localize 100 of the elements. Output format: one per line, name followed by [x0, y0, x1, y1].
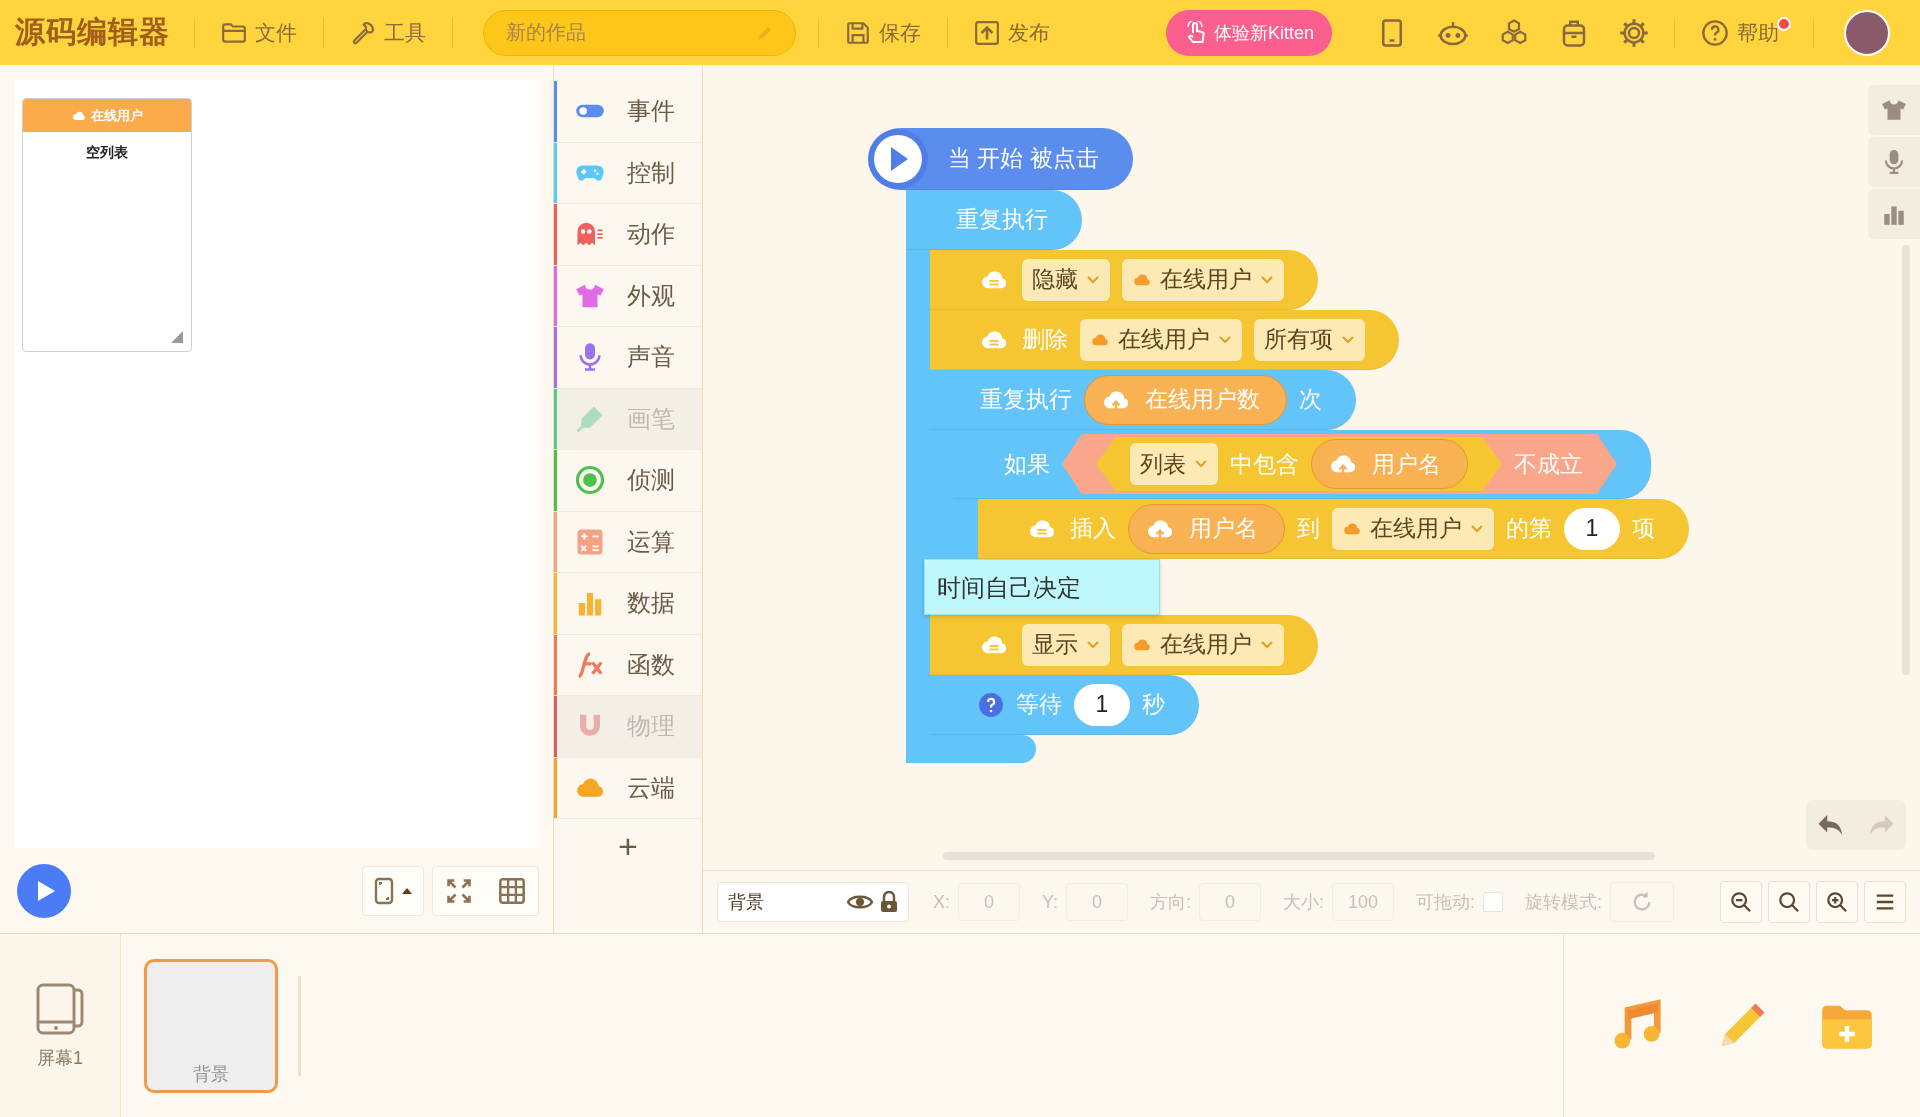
shirt-icon — [1881, 97, 1907, 123]
toolbar-button[interactable]: 发布 — [958, 12, 1066, 53]
upload-icon — [974, 19, 1000, 46]
help-button[interactable]: 帮助 — [1685, 12, 1803, 53]
category-item[interactable]: 动作 — [554, 204, 702, 266]
code-block[interactable]: 如果 列表 中包含 用户名 不成立 — [954, 430, 1651, 499]
menu-button[interactable]: 工具 — [334, 12, 442, 53]
help-icon — [1701, 18, 1729, 47]
dropdown[interactable]: 所有项 — [1254, 318, 1365, 361]
block-text: 等待 — [1016, 690, 1062, 719]
block-text: 插入 — [1070, 514, 1116, 543]
block-text: 秒 — [1142, 690, 1165, 719]
draggable-checkbox[interactable] — [1483, 892, 1504, 912]
rotate-device-button[interactable] — [362, 865, 424, 916]
menu-button[interactable]: 文件 — [205, 12, 313, 53]
sound-tab[interactable] — [1868, 137, 1920, 187]
dropdown[interactable]: 在线用户 — [1080, 318, 1242, 361]
screen-item[interactable]: 屏幕1 — [0, 934, 121, 1117]
wrench-icon — [350, 19, 376, 46]
block-text: 项 — [1632, 514, 1655, 543]
add-extension-button[interactable]: + — [608, 829, 648, 863]
save-icon — [845, 19, 871, 46]
code-block[interactable]: 插入 用户名 到 在线用户 的第 1 项 — [978, 499, 1689, 559]
comment-note[interactable]: 时间自己决定 — [924, 559, 1160, 615]
block-text: 重复执行 — [956, 205, 1048, 234]
category-item[interactable]: 数据 — [554, 573, 702, 635]
category-item[interactable]: 事件 — [554, 81, 702, 143]
property-label: 大小: — [1283, 891, 1325, 914]
condition-block[interactable]: 列表 中包含 用户名 — [1096, 437, 1502, 491]
dropdown[interactable]: 显示 — [1022, 623, 1110, 666]
settings-icon[interactable] — [1619, 17, 1649, 48]
property-label: 旋转模式: — [1525, 891, 1603, 914]
code-block[interactable]: 隐藏 在线用户 — [930, 250, 1318, 310]
app-logo: 源码编辑器 — [15, 14, 170, 50]
dropdown[interactable]: 列表 — [1130, 443, 1218, 485]
block-text: 如果 — [1004, 449, 1050, 479]
dropdown[interactable]: 隐藏 — [1022, 258, 1110, 301]
block-text: 次 — [1299, 385, 1322, 414]
caret-up-icon — [402, 887, 412, 894]
block-text: 中包含 — [1230, 449, 1299, 479]
help-icon — [978, 691, 1004, 718]
caret-icon — [1086, 639, 1100, 650]
notification-dot — [1777, 16, 1791, 31]
play-button[interactable] — [17, 863, 71, 918]
caret-icon — [1086, 274, 1100, 285]
menu-button[interactable] — [1864, 881, 1906, 923]
costume-tab[interactable] — [1868, 85, 1920, 135]
property-label: X: — [933, 891, 950, 913]
target-icon — [575, 465, 605, 496]
block-text: 删除 — [1022, 325, 1068, 354]
zoom-in-icon — [1826, 891, 1848, 913]
code-block[interactable]: 删除 在线用户 所有项 — [930, 310, 1399, 370]
category-item[interactable]: 运算 — [554, 511, 702, 573]
property-label: 可拖动: — [1416, 891, 1476, 914]
avatar[interactable] — [1844, 9, 1890, 56]
search-icon — [1778, 891, 1800, 913]
block-text: 当 开始 被点击 — [948, 144, 1099, 173]
dropdown[interactable]: 在线用户 — [1122, 623, 1284, 666]
caret-icon — [1194, 459, 1208, 469]
list-content: 空列表 — [85, 143, 129, 162]
block-text: 不成立 — [1514, 449, 1583, 479]
devices-icon — [35, 981, 85, 1036]
category-item[interactable]: 控制 — [554, 142, 702, 204]
phone-icon — [374, 876, 394, 905]
number-input[interactable]: 1 — [1564, 507, 1620, 550]
zoom-in-button[interactable] — [1816, 881, 1858, 923]
property-label: Y: — [1042, 891, 1059, 913]
menu-icon — [1874, 891, 1896, 913]
category-item[interactable]: 云端 — [554, 757, 702, 819]
thumbnail-label: 背景 — [193, 1062, 229, 1086]
chart-tab[interactable] — [1868, 189, 1920, 239]
block-text: 重复执行 — [980, 385, 1072, 414]
code-block[interactable]: 显示 在线用户 — [930, 615, 1318, 675]
block-text: 的第 — [1506, 514, 1552, 543]
condition-block[interactable]: 列表 中包含 用户名 不成立 — [1062, 434, 1617, 494]
caret-icon — [1260, 274, 1274, 285]
lock-icon[interactable] — [879, 891, 899, 913]
dropdown[interactable]: 在线用户 — [1332, 507, 1494, 550]
event-block[interactable]: 当 开始 被点击 — [870, 128, 1133, 190]
zoom-out-button[interactable] — [1720, 881, 1762, 923]
zoom-out-icon — [1730, 891, 1752, 913]
category-item[interactable]: 声音 — [554, 327, 702, 389]
category-item[interactable]: 侦测 — [554, 450, 702, 512]
zoom-reset-button[interactable] — [1768, 881, 1810, 923]
category-item[interactable]: 外观 — [554, 265, 702, 327]
sprite-name-field[interactable]: 背景 — [717, 882, 909, 922]
play-icon — [866, 126, 930, 191]
caret-icon — [1218, 334, 1232, 345]
caret-icon — [1470, 523, 1484, 534]
code-block[interactable]: 等待 1 秒 — [930, 675, 1199, 735]
dropdown[interactable]: 在线用户 — [1122, 258, 1284, 301]
resize-grip-icon[interactable] — [171, 331, 183, 343]
toolbar-button[interactable]: 保存 — [829, 12, 937, 53]
caret-icon — [1260, 639, 1274, 650]
number-input[interactable]: 1 — [1074, 683, 1130, 726]
property-label: 方向: — [1150, 891, 1192, 914]
fullscreen-icon[interactable] — [445, 876, 474, 905]
caret-icon — [1341, 334, 1355, 345]
grid-icon[interactable] — [497, 876, 526, 905]
list-title: 在线用户 — [91, 106, 143, 125]
